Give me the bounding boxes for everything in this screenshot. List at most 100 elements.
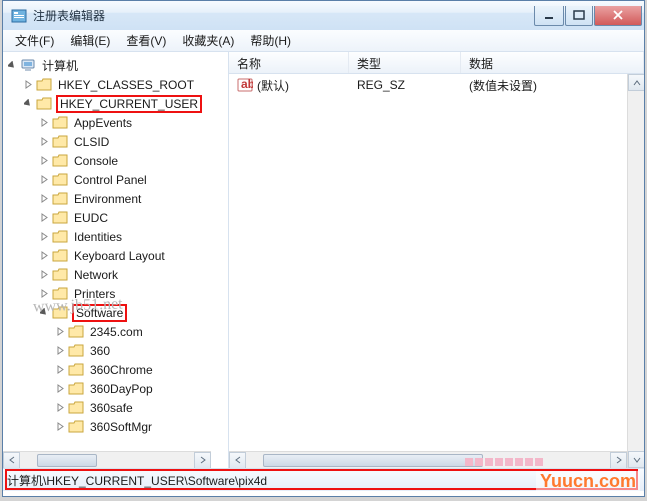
tree-node-clsid[interactable]: CLSID xyxy=(39,132,228,151)
expand-icon[interactable] xyxy=(39,250,50,261)
expand-icon[interactable] xyxy=(55,383,66,394)
expand-icon[interactable] xyxy=(55,326,66,337)
value-name: (默认) xyxy=(257,77,289,94)
menu-file[interactable]: 文件(F) xyxy=(7,30,62,51)
expand-icon[interactable] xyxy=(39,212,50,223)
tree-scrollbar-h[interactable] xyxy=(3,451,211,468)
expand-icon[interactable] xyxy=(55,345,66,356)
scrollbar-thumb[interactable] xyxy=(263,454,483,467)
cell-name: ab (默认) xyxy=(229,76,349,95)
tree-pane: 计算机 HKEY_CLASSES_ROOT HKEY_CURRENT_USER … xyxy=(3,52,229,468)
folder-icon xyxy=(52,230,68,244)
expand-icon[interactable] xyxy=(39,117,50,128)
expand-icon[interactable] xyxy=(39,174,50,185)
folder-icon xyxy=(52,173,68,187)
tree-label: CLSID xyxy=(72,134,111,150)
cell-type: REG_SZ xyxy=(349,77,461,93)
folder-icon xyxy=(52,192,68,206)
tree-node-network[interactable]: Network xyxy=(39,265,228,284)
folder-icon xyxy=(36,78,52,92)
expand-icon[interactable] xyxy=(39,193,50,204)
tree-node-360[interactable]: 360 xyxy=(55,341,228,360)
scroll-right-icon[interactable] xyxy=(194,452,211,469)
cell-data: (数值未设置) xyxy=(461,76,644,95)
tree-label: 360Chrome xyxy=(88,362,155,378)
expand-icon[interactable] xyxy=(55,364,66,375)
menu-favorites[interactable]: 收藏夹(A) xyxy=(174,30,242,51)
scroll-down-icon[interactable] xyxy=(628,451,644,468)
column-header-type[interactable]: 类型 xyxy=(349,52,461,73)
menu-help[interactable]: 帮助(H) xyxy=(242,30,299,51)
folder-icon xyxy=(68,344,84,358)
folder-icon xyxy=(52,287,68,301)
tree-label: Identities xyxy=(72,229,124,245)
scroll-left-icon[interactable] xyxy=(229,452,246,469)
expand-icon[interactable] xyxy=(55,402,66,413)
tree-node-360softmgr[interactable]: 360SoftMgr xyxy=(55,417,228,436)
tree-node-360chrome[interactable]: 360Chrome xyxy=(55,360,228,379)
expand-icon[interactable] xyxy=(39,288,50,299)
tree-label: 360DayPop xyxy=(88,381,155,397)
tree-node-hkcr[interactable]: HKEY_CLASSES_ROOT xyxy=(23,75,228,94)
scroll-up-icon[interactable] xyxy=(628,74,644,91)
expand-icon[interactable] xyxy=(39,231,50,242)
expand-icon[interactable] xyxy=(39,155,50,166)
tree-node-eudc[interactable]: EUDC xyxy=(39,208,228,227)
status-path: 计算机\HKEY_CURRENT_USER\Software\pix4d xyxy=(7,472,267,489)
scroll-right-icon[interactable] xyxy=(610,452,627,469)
tree-label: HKEY_CLASSES_ROOT xyxy=(56,77,196,93)
tree-node-2345[interactable]: 2345.com xyxy=(55,322,228,341)
tree-label: 360 xyxy=(88,343,112,359)
tree-node-identities[interactable]: Identities xyxy=(39,227,228,246)
folder-icon xyxy=(52,268,68,282)
list-row[interactable]: ab (默认) REG_SZ (数值未设置) xyxy=(229,76,644,94)
folder-icon xyxy=(52,306,68,320)
tree-node-computer[interactable]: 计算机 xyxy=(7,56,228,75)
minimize-button[interactable] xyxy=(534,6,564,26)
tree-label: Control Panel xyxy=(72,172,149,188)
collapse-icon[interactable] xyxy=(23,98,34,109)
menu-edit[interactable]: 编辑(E) xyxy=(62,30,118,51)
registry-editor-window: 注册表编辑器 文件(F) 编辑(E) 查看(V) 收藏夹(A) 帮助(H) 计算… xyxy=(2,0,645,497)
collapse-icon[interactable] xyxy=(7,60,18,71)
scroll-left-icon[interactable] xyxy=(3,452,20,469)
list-pane: 名称 类型 数据 ab (默认) REG_SZ (数值未设置) xyxy=(229,52,644,468)
tree-label: 360safe xyxy=(88,400,135,416)
tree-label: Console xyxy=(72,153,120,169)
scrollbar-thumb[interactable] xyxy=(37,454,97,467)
tree-node-printers[interactable]: Printers xyxy=(39,284,228,303)
list-body[interactable]: ab (默认) REG_SZ (数值未设置) xyxy=(229,74,644,96)
content-area: 计算机 HKEY_CLASSES_ROOT HKEY_CURRENT_USER … xyxy=(3,52,644,468)
expand-icon[interactable] xyxy=(39,136,50,147)
column-header-data[interactable]: 数据 xyxy=(461,52,644,73)
tree-label: Printers xyxy=(72,286,117,302)
tree-node-environment[interactable]: Environment xyxy=(39,189,228,208)
folder-icon xyxy=(68,420,84,434)
statusbar: 计算机\HKEY_CURRENT_USER\Software\pix4d xyxy=(3,468,644,491)
tree-node-console[interactable]: Console xyxy=(39,151,228,170)
collapse-icon[interactable] xyxy=(39,307,50,318)
tree-node-360daypop[interactable]: 360DayPop xyxy=(55,379,228,398)
tree-node-hkcu[interactable]: HKEY_CURRENT_USER xyxy=(23,94,228,113)
tree-node-appevents[interactable]: AppEvents xyxy=(39,113,228,132)
close-button[interactable] xyxy=(594,6,642,26)
column-header-name[interactable]: 名称 xyxy=(229,52,349,73)
tree-label: Keyboard Layout xyxy=(72,248,167,264)
maximize-button[interactable] xyxy=(565,6,593,26)
window-controls xyxy=(534,6,642,26)
tree-label: Software xyxy=(72,304,127,322)
tree-node-software[interactable]: Software xyxy=(39,303,228,322)
menu-view[interactable]: 查看(V) xyxy=(118,30,174,51)
tree-node-360safe[interactable]: 360safe xyxy=(55,398,228,417)
list-scrollbar-v[interactable] xyxy=(627,74,644,468)
list-scrollbar-h[interactable] xyxy=(229,451,627,468)
tree-node-keyboard[interactable]: Keyboard Layout xyxy=(39,246,228,265)
tree-node-controlpanel[interactable]: Control Panel xyxy=(39,170,228,189)
expand-icon[interactable] xyxy=(23,79,34,90)
expand-icon[interactable] xyxy=(55,421,66,432)
folder-icon xyxy=(68,382,84,396)
titlebar[interactable]: 注册表编辑器 xyxy=(3,0,644,30)
expand-icon[interactable] xyxy=(39,269,50,280)
registry-tree[interactable]: 计算机 HKEY_CLASSES_ROOT HKEY_CURRENT_USER … xyxy=(3,52,228,440)
tree-label: Network xyxy=(72,267,120,283)
